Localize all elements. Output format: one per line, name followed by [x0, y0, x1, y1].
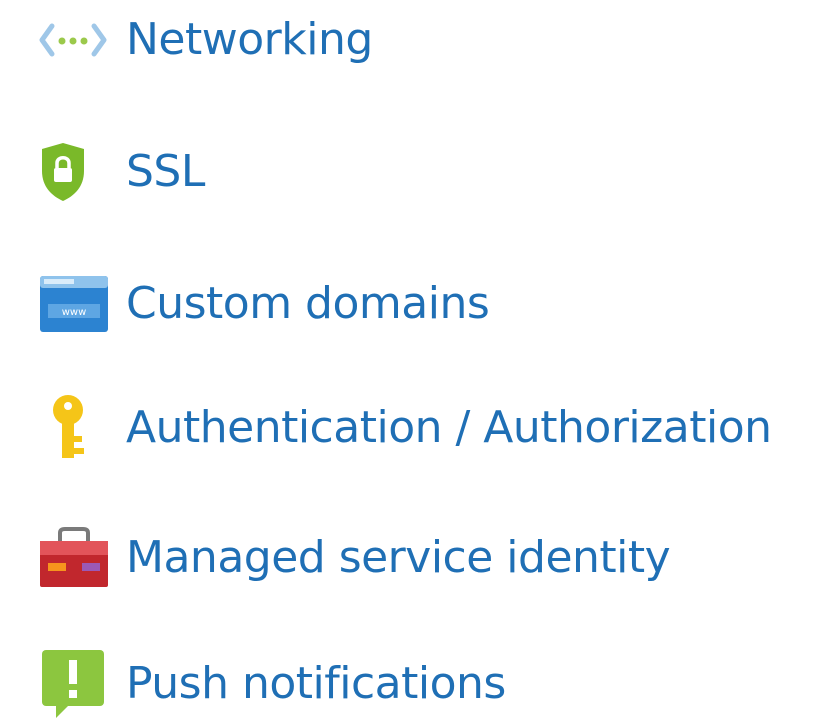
menu-item-managed-service-identity[interactable]: Managed service identity	[38, 518, 671, 598]
menu-item-label: SSL	[126, 146, 205, 197]
key-icon	[38, 392, 126, 464]
menu-item-custom-domains[interactable]: www Custom domains	[38, 264, 490, 344]
menu-item-label: Managed service identity	[126, 532, 671, 583]
toolbox-icon	[38, 522, 126, 594]
menu-item-networking[interactable]: Networking	[38, 0, 373, 80]
ssl-shield-icon	[38, 136, 126, 208]
svg-text:www: www	[62, 307, 87, 318]
menu-item-push-notifications[interactable]: Push notifications	[38, 644, 506, 724]
menu-item-label: Authentication / Authorization	[126, 402, 772, 453]
networking-icon	[38, 4, 126, 76]
custom-domains-icon: www	[38, 268, 126, 340]
menu-item-label: Networking	[126, 14, 373, 65]
menu-item-label: Custom domains	[126, 278, 490, 329]
menu-item-authentication[interactable]: Authentication / Authorization	[38, 388, 772, 468]
menu-item-ssl[interactable]: SSL	[38, 132, 205, 212]
push-notification-icon	[38, 648, 126, 720]
menu-item-label: Push notifications	[126, 658, 506, 709]
